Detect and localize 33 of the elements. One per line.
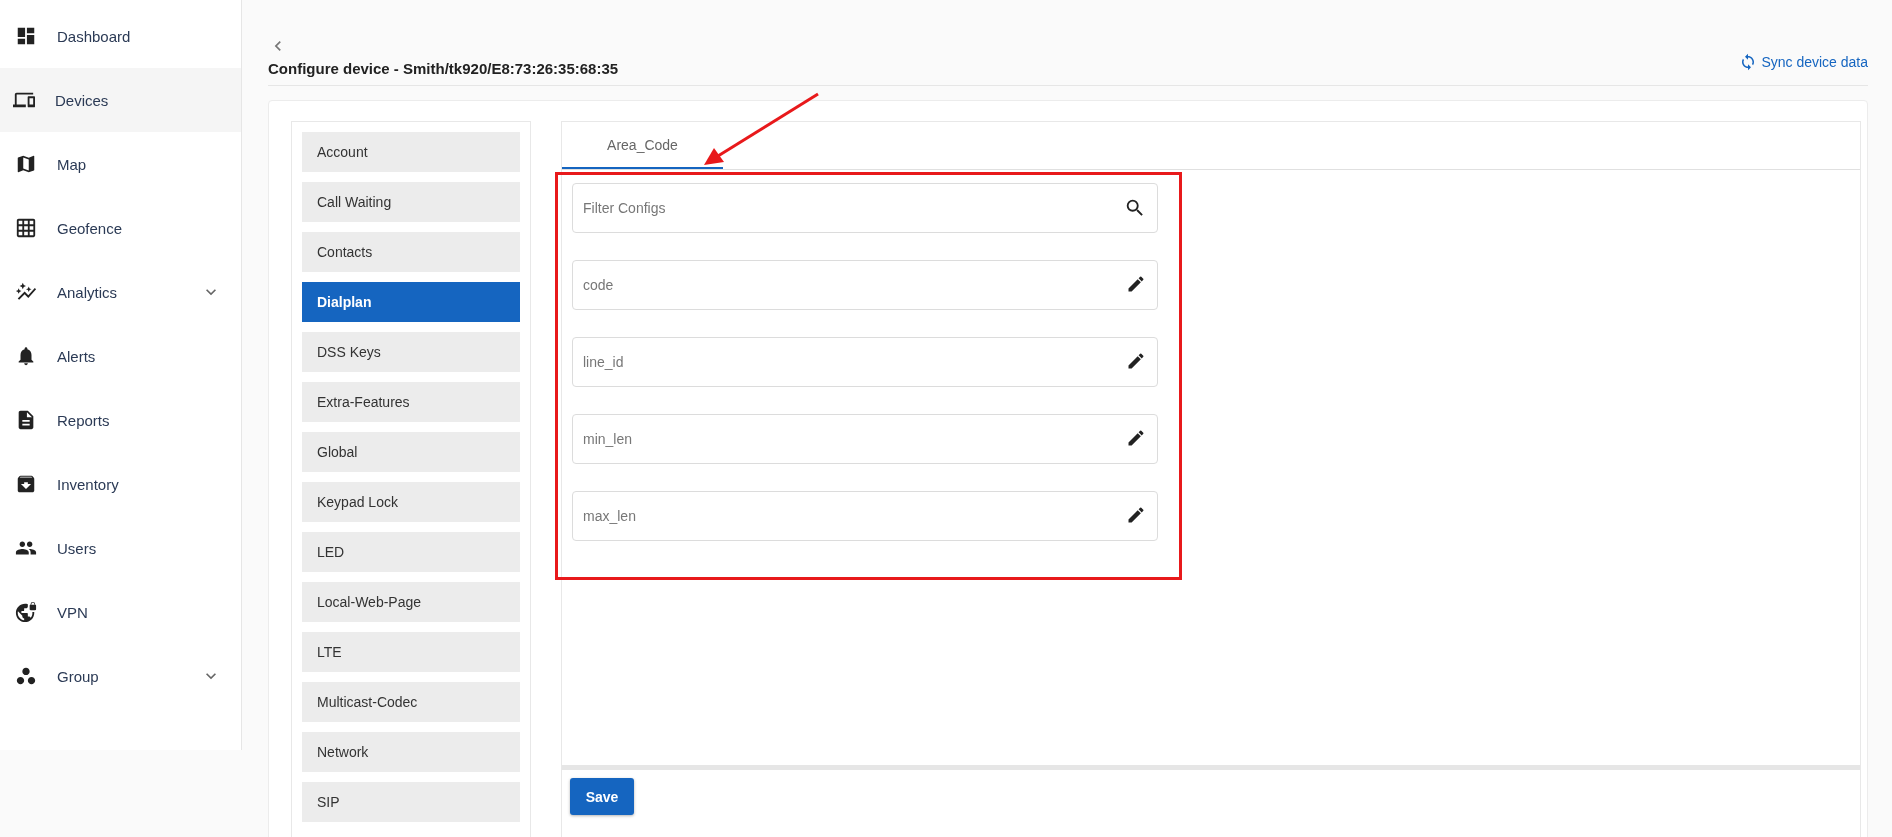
sidebar-item[interactable]: Inventory: [0, 452, 241, 516]
sidebar-item[interactable]: Dashboard: [0, 4, 241, 68]
sidebar-item[interactable]: Group: [0, 644, 241, 708]
sidebar-item[interactable]: Analytics: [0, 260, 241, 324]
page-title: Configure device - Smith/tk920/E8:73:26:35:68:35: [268, 60, 619, 77]
sidebar-item[interactable]: Reports: [0, 388, 241, 452]
category-item[interactable]: LTE: [302, 632, 520, 672]
config-field[interactable]: max_len: [572, 491, 1158, 541]
config-field[interactable]: min_len: [572, 414, 1158, 464]
config-field[interactable]: line_id: [572, 337, 1158, 387]
category-item[interactable]: Multicast-Codec: [302, 682, 520, 722]
filter-field[interactable]: Filter Configs: [572, 183, 1158, 233]
sync-link[interactable]: Sync device data: [1739, 52, 1868, 71]
category-item[interactable]: Network: [302, 732, 520, 772]
sidebar-item[interactable]: Devices: [0, 68, 241, 132]
category-item[interactable]: Account: [302, 132, 520, 172]
sidebar-item[interactable]: VPN: [0, 580, 241, 644]
sidebar-item[interactable]: Geofence: [0, 196, 241, 260]
category-item[interactable]: DSS Keys: [302, 332, 520, 372]
category-item[interactable]: Contacts: [302, 232, 520, 272]
category-item[interactable]: Extra-Features: [302, 382, 520, 422]
category-item[interactable]: Local-Web-Page: [302, 582, 520, 622]
sidebar-item[interactable]: Alerts: [0, 324, 241, 388]
save-button[interactable]: Save: [570, 778, 634, 815]
category-item[interactable]: Keypad Lock: [302, 482, 520, 522]
category-item[interactable]: Call Waiting: [302, 182, 520, 222]
category-item[interactable]: Global: [302, 432, 520, 472]
sidebar-item[interactable]: Users: [0, 516, 241, 580]
category-item[interactable]: Dialplan: [302, 282, 520, 322]
category-item[interactable]: SIP: [302, 782, 520, 822]
config-field[interactable]: code: [572, 260, 1158, 310]
sidebar-item[interactable]: Map: [0, 132, 241, 196]
category-item[interactable]: LED: [302, 532, 520, 572]
